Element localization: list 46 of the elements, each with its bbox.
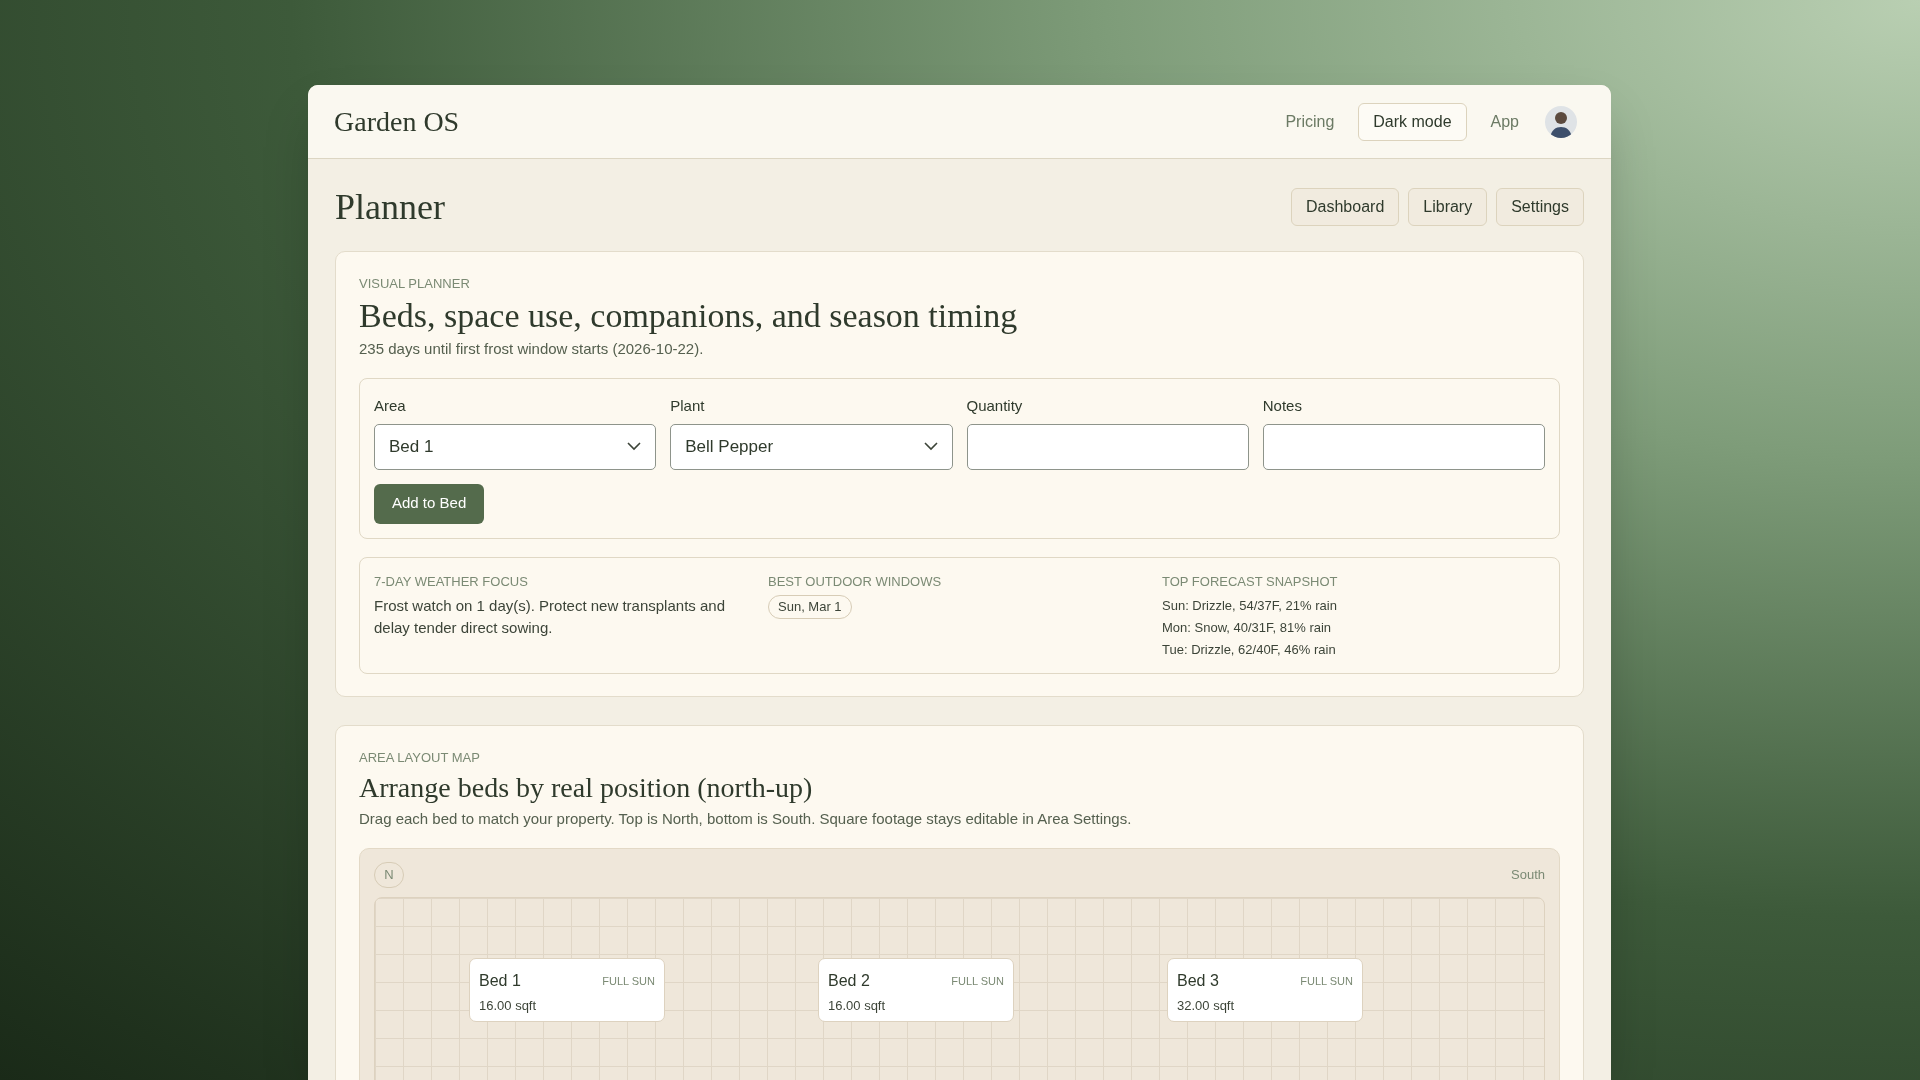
nav-button[interactable]: Library bbox=[1408, 188, 1488, 226]
avatar-icon[interactable] bbox=[1545, 105, 1577, 138]
select-field[interactable]: Bell Pepper bbox=[670, 423, 953, 470]
field-label: Area bbox=[374, 396, 407, 416]
add-to-bed-button[interactable]: Add to Bed bbox=[374, 483, 485, 524]
section-description: Drag each bed to match your property. Top is North, bottom is South. Square footage stays editable in Area Settings. bbox=[359, 808, 1133, 829]
forecast-line: Tue: Drizzle, 62/40F, 46% rain bbox=[1162, 641, 1337, 659]
bed-name: Bed 3 bbox=[1177, 971, 1219, 991]
chevron-down-icon bbox=[627, 442, 642, 451]
nav-link[interactable]: Pricing bbox=[1275, 109, 1345, 134]
section-heading: Arrange beds by real position (north-up) bbox=[359, 770, 814, 805]
nav-button[interactable]: Settings bbox=[1496, 188, 1584, 226]
section-eyebrow: VISUAL PLANNER bbox=[359, 275, 471, 293]
weather-heading: TOP FORECAST SNAPSHOT bbox=[1162, 572, 1339, 591]
sun-label: FULL SUN bbox=[602, 973, 655, 989]
nav-button[interactable]: Dashboard bbox=[1291, 188, 1400, 226]
forecast-line: Sun: Drizzle, 54/37F, 21% rain bbox=[1162, 597, 1338, 615]
bed-card[interactable]: Bed 3 FULL SUN 32.00 sqft bbox=[1167, 958, 1363, 1022]
nav-link[interactable]: App bbox=[1480, 109, 1529, 134]
input-field[interactable] bbox=[1262, 423, 1545, 470]
weather-heading: 7-DAY WEATHER FOCUS bbox=[374, 572, 529, 591]
dark-mode-button[interactable]: Dark mode bbox=[1358, 102, 1467, 141]
weather-heading: BEST OUTDOOR WINDOWS bbox=[768, 572, 943, 591]
frost-advice: Frost watch on 1 day(s). Protect new transplants and delay tender direct sowing. bbox=[374, 596, 726, 638]
frost-countdown: 235 days until first frost window starts (2026-10-22). bbox=[359, 338, 705, 359]
bed-name: Bed 1 bbox=[479, 971, 521, 991]
section-heading: Beds, space use, companions, and season timing bbox=[359, 295, 1019, 336]
field-label: Notes bbox=[1262, 396, 1303, 416]
chevron-down-icon bbox=[923, 442, 938, 451]
bed-size: 16.00 sqft bbox=[828, 997, 887, 1015]
south-label: South bbox=[1511, 866, 1545, 885]
input-field[interactable] bbox=[966, 423, 1249, 470]
field-label: Quantity bbox=[966, 396, 1024, 416]
brand-name: Garden OS bbox=[334, 104, 460, 139]
bed-size: 16.00 sqft bbox=[479, 997, 538, 1015]
select-field[interactable]: Bed 1 bbox=[374, 423, 657, 470]
section-eyebrow: AREA LAYOUT MAP bbox=[359, 749, 481, 767]
bed-size: 32.00 sqft bbox=[1177, 997, 1236, 1015]
bed-card[interactable]: Bed 2 FULL SUN 16.00 sqft bbox=[818, 958, 1014, 1022]
field-label: Plant bbox=[670, 396, 706, 416]
page-title: Planner bbox=[335, 186, 445, 229]
bed-card[interactable]: Bed 1 FULL SUN 16.00 sqft bbox=[469, 958, 665, 1022]
bed-name: Bed 2 bbox=[828, 971, 870, 991]
forecast-line: Mon: Snow, 40/31F, 81% rain bbox=[1162, 619, 1333, 637]
sun-label: FULL SUN bbox=[951, 973, 1004, 989]
sun-label: FULL SUN bbox=[1300, 973, 1353, 989]
